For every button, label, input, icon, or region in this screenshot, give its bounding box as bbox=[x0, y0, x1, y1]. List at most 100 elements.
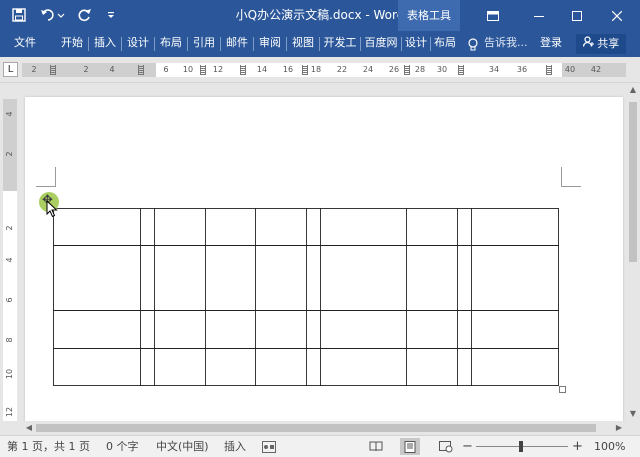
vertical-scroll-thumb[interactable] bbox=[629, 102, 637, 262]
read-mode-icon[interactable] bbox=[366, 438, 386, 455]
tab-separator bbox=[121, 37, 122, 51]
login-link[interactable]: 登录 bbox=[540, 31, 562, 57]
redo-icon[interactable] bbox=[74, 4, 96, 26]
table-resize-handle[interactable] bbox=[559, 386, 566, 393]
save-icon[interactable] bbox=[8, 4, 30, 26]
tab-insert[interactable]: 插入 bbox=[90, 31, 120, 57]
lightbulb-icon[interactable] bbox=[468, 37, 478, 56]
zoom-slider-thumb[interactable] bbox=[519, 441, 523, 452]
print-layout-icon[interactable] bbox=[400, 438, 420, 455]
tab-developer[interactable]: 开发工 bbox=[321, 31, 359, 57]
ruler-label: 2 bbox=[31, 65, 37, 74]
page-count[interactable]: 第 1 页，共 1 页 bbox=[7, 436, 90, 457]
ruler-label: 2 bbox=[83, 65, 89, 74]
undo-icon[interactable] bbox=[36, 4, 70, 26]
ruler-label: 12 bbox=[212, 65, 224, 74]
ruler-label: 28 bbox=[414, 65, 426, 74]
user-icon bbox=[582, 34, 594, 54]
mouse-pointer-icon bbox=[46, 199, 58, 222]
ruler-label: 14 bbox=[256, 65, 268, 74]
zoom-in-button[interactable]: + bbox=[572, 436, 583, 457]
scroll-down-icon[interactable]: ▼ bbox=[626, 407, 640, 421]
tab-separator bbox=[319, 37, 320, 51]
column-marker[interactable] bbox=[240, 65, 246, 75]
ruler-label: 2 bbox=[5, 151, 14, 157]
tell-me-search[interactable]: 告诉我... bbox=[484, 31, 528, 57]
ruler-label: 10 bbox=[5, 368, 14, 380]
insert-mode-indicator[interactable]: 插入 bbox=[224, 436, 246, 457]
scroll-up-icon[interactable]: ▲ bbox=[626, 83, 640, 97]
status-bar: 第 1 页，共 1 页 0 个字 中文(中国) 插入 − + 100% bbox=[0, 435, 640, 457]
ruler-label: 16 bbox=[282, 65, 294, 74]
ruler-label: 12 bbox=[5, 406, 14, 418]
tab-separator bbox=[360, 37, 361, 51]
ruler-label: 22 bbox=[336, 65, 348, 74]
crop-mark-top-right bbox=[561, 167, 581, 187]
table-tools-context-label: 表格工具 bbox=[398, 0, 460, 31]
tab-separator bbox=[401, 37, 402, 51]
tab-view[interactable]: 视图 bbox=[288, 31, 318, 57]
tab-separator bbox=[154, 37, 155, 51]
tab-baidu-netdisk[interactable]: 百度网 bbox=[362, 31, 400, 57]
ruler-label: 30 bbox=[436, 65, 448, 74]
ruler-label: 4 bbox=[5, 111, 14, 117]
column-marker[interactable] bbox=[50, 65, 56, 75]
document-page[interactable] bbox=[25, 97, 623, 421]
tab-file[interactable]: 文件 bbox=[6, 31, 44, 57]
zoom-out-button[interactable]: − bbox=[462, 436, 473, 457]
document-canvas[interactable] bbox=[22, 83, 626, 421]
ruler-label: 26 bbox=[388, 65, 400, 74]
column-marker[interactable] bbox=[200, 65, 206, 75]
tab-stop-selector[interactable]: L bbox=[3, 62, 18, 77]
column-marker[interactable] bbox=[404, 65, 410, 75]
horizontal-scroll-thumb[interactable] bbox=[36, 424, 596, 432]
tab-table-layout[interactable]: 布局 bbox=[432, 31, 458, 57]
close-icon[interactable] bbox=[594, 0, 640, 31]
ruler-label: 36 bbox=[516, 65, 528, 74]
share-button[interactable]: 共享 bbox=[576, 34, 626, 54]
ribbon-tab-bar: 文件 开始 插入 设计 布局 引用 邮件 审阅 视图 开发工 百度网 设计 布局… bbox=[0, 31, 640, 57]
macro-recording-icon[interactable] bbox=[262, 436, 276, 457]
scroll-right-icon[interactable]: ▶ bbox=[612, 421, 626, 435]
ruler-label: 4 bbox=[109, 65, 115, 74]
column-marker[interactable] bbox=[458, 65, 464, 75]
zoom-level[interactable]: 100% bbox=[594, 436, 625, 457]
vertical-scrollbar[interactable]: ▲ ▼ bbox=[626, 83, 640, 421]
column-marker[interactable] bbox=[546, 65, 552, 75]
tab-separator bbox=[286, 37, 287, 51]
tab-review[interactable]: 审阅 bbox=[255, 31, 285, 57]
tab-separator bbox=[430, 37, 431, 51]
horizontal-ruler[interactable]: 2 2 4 6 10 12 14 16 18 22 24 26 28 30 34… bbox=[22, 63, 626, 77]
scroll-left-icon[interactable]: ◀ bbox=[22, 421, 36, 435]
ruler-label: 4 bbox=[5, 257, 14, 263]
tab-separator bbox=[220, 37, 221, 51]
tab-mailings[interactable]: 邮件 bbox=[222, 31, 252, 57]
title-bar: 小Q办公演示文稿.docx - Word 表格工具 bbox=[0, 0, 640, 31]
tab-home[interactable]: 开始 bbox=[57, 31, 87, 57]
ruler-label: 34 bbox=[488, 65, 500, 74]
ruler-label: 10 bbox=[182, 65, 194, 74]
horizontal-scrollbar[interactable]: ◀ ▶ bbox=[22, 421, 626, 435]
web-layout-icon[interactable] bbox=[436, 438, 456, 455]
tab-separator bbox=[187, 37, 188, 51]
customize-quick-access-icon[interactable] bbox=[102, 4, 120, 26]
language-indicator[interactable]: 中文(中国) bbox=[156, 436, 209, 457]
ribbon-display-options-icon[interactable] bbox=[470, 0, 516, 31]
column-marker[interactable] bbox=[138, 65, 144, 75]
tab-design[interactable]: 设计 bbox=[123, 31, 153, 57]
ruler-label: 6 bbox=[163, 65, 169, 74]
ruler-label: 2 bbox=[5, 225, 14, 231]
ruler-label: 24 bbox=[362, 65, 374, 74]
tab-references[interactable]: 引用 bbox=[189, 31, 219, 57]
crop-mark-top-left bbox=[36, 167, 56, 187]
tab-table-design[interactable]: 设计 bbox=[403, 31, 429, 57]
word-count[interactable]: 0 个字 bbox=[106, 436, 139, 457]
ruler-label: 8 bbox=[5, 337, 14, 343]
tab-separator bbox=[88, 37, 89, 51]
ruler-label: 42 bbox=[590, 65, 602, 74]
vertical-ruler[interactable]: 4 2 2 4 6 8 10 12 bbox=[3, 99, 17, 421]
tab-separator bbox=[253, 37, 254, 51]
tab-layout[interactable]: 布局 bbox=[156, 31, 186, 57]
ruler-label: 40 bbox=[564, 65, 576, 74]
ruler-label: 6 bbox=[5, 297, 14, 303]
